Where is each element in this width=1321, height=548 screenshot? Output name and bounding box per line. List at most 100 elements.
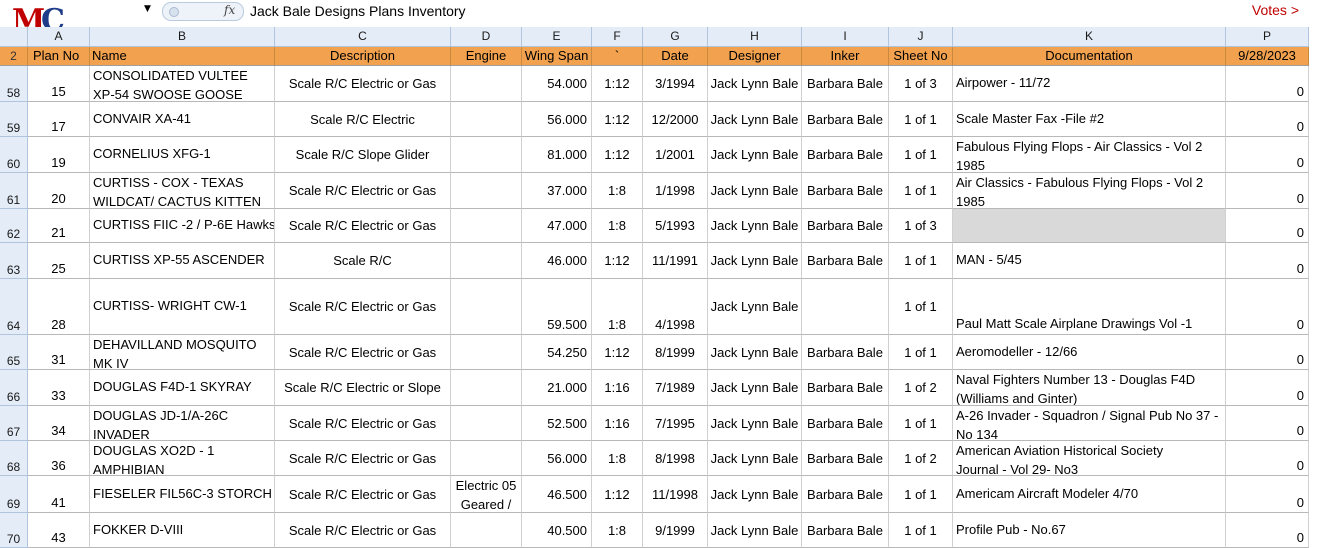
fx-icon[interactable]: fx <box>224 3 235 17</box>
engine-cell[interactable] <box>451 102 522 137</box>
documentation-cell[interactable]: Air Classics - Fabulous Flying Flops - V… <box>953 173 1226 209</box>
date-cell[interactable]: 1/1998 <box>643 173 708 209</box>
count-cell[interactable]: 0 <box>1226 279 1309 335</box>
sheet-no-cell[interactable]: 1 of 2 <box>889 441 953 476</box>
column-title-12[interactable]: 9/28/2023 <box>1226 47 1309 66</box>
description-cell[interactable]: Scale R/C Electric or Gas <box>275 406 451 441</box>
column-title-4[interactable]: Engine <box>451 47 522 66</box>
engine-cell[interactable] <box>451 243 522 279</box>
plan-no-cell[interactable]: 15 <box>28 66 90 102</box>
column-header-j[interactable]: J <box>889 27 953 47</box>
inker-cell[interactable]: Barbara Bale <box>802 102 889 137</box>
name-cell[interactable]: CORNELIUS XFG-1 <box>90 137 275 173</box>
designer-cell[interactable]: Jack Lynn Bale <box>708 370 802 406</box>
documentation-cell[interactable]: Fabulous Flying Flops - Air Classics - V… <box>953 137 1226 173</box>
count-cell[interactable]: 0 <box>1226 406 1309 441</box>
count-cell[interactable]: 0 <box>1226 370 1309 406</box>
documentation-cell[interactable]: Aeromodeller - 12/66 <box>953 335 1226 370</box>
row-header-58[interactable]: 58 <box>0 66 28 102</box>
inker-cell[interactable]: Barbara Bale <box>802 209 889 243</box>
documentation-cell[interactable]: Paul Matt Scale Airplane Drawings Vol -1 <box>953 279 1226 335</box>
row-header-59[interactable]: 59 <box>0 102 28 137</box>
scale-cell[interactable]: 1:12 <box>592 243 643 279</box>
inker-cell[interactable]: Barbara Bale <box>802 370 889 406</box>
sheet-no-cell[interactable]: 1 of 1 <box>889 137 953 173</box>
name-cell[interactable]: DOUGLAS XO2D - 1 AMPHIBIAN <box>90 441 275 476</box>
scale-cell[interactable]: 1:8 <box>592 209 643 243</box>
column-header-c[interactable]: C <box>275 27 451 47</box>
designer-cell[interactable]: Jack Lynn Bale <box>708 243 802 279</box>
plan-no-cell[interactable]: 25 <box>28 243 90 279</box>
column-title-2[interactable]: Name <box>90 47 275 66</box>
name-cell[interactable]: CURTISS- WRIGHT CW-1 <box>90 279 275 335</box>
row-header-62[interactable]: 62 <box>0 209 28 243</box>
count-cell[interactable]: 0 <box>1226 513 1309 548</box>
wing-span-cell[interactable]: 52.500 <box>522 406 592 441</box>
name-cell[interactable]: FOKKER D-VIII <box>90 513 275 548</box>
column-header-d[interactable]: D <box>451 27 522 47</box>
date-cell[interactable]: 11/1991 <box>643 243 708 279</box>
count-cell[interactable]: 0 <box>1226 137 1309 173</box>
row-header-67[interactable]: 67 <box>0 406 28 441</box>
designer-cell[interactable]: Jack Lynn Bale <box>708 335 802 370</box>
description-cell[interactable]: Scale R/C Electric or Gas <box>275 441 451 476</box>
date-cell[interactable]: 3/1994 <box>643 66 708 102</box>
date-cell[interactable]: 9/1999 <box>643 513 708 548</box>
plan-no-cell[interactable]: 36 <box>28 441 90 476</box>
sheet-no-cell[interactable]: 1 of 1 <box>889 476 953 513</box>
inker-cell[interactable]: Barbara Bale <box>802 335 889 370</box>
date-cell[interactable]: 1/2001 <box>643 137 708 173</box>
wing-span-cell[interactable]: 47.000 <box>522 209 592 243</box>
name-cell[interactable]: DEHAVILLAND MOSQUITO MK IV <box>90 335 275 370</box>
row-header-60[interactable]: 60 <box>0 137 28 173</box>
engine-cell[interactable] <box>451 513 522 548</box>
scale-cell[interactable]: 1:8 <box>592 513 643 548</box>
plan-no-cell[interactable]: 33 <box>28 370 90 406</box>
designer-cell[interactable]: Jack Lynn Bale <box>708 173 802 209</box>
row-header-61[interactable]: 61 <box>0 173 28 209</box>
name-cell[interactable]: CURTISS FIIC -2 / P-6E Hawks <box>90 209 275 243</box>
column-title-1[interactable]: Plan No <box>28 47 90 66</box>
formula-bar-text[interactable]: Jack Bale Designs Plans Inventory <box>250 3 466 19</box>
wing-span-cell[interactable]: 46.000 <box>522 243 592 279</box>
description-cell[interactable]: Scale R/C Slope Glider <box>275 137 451 173</box>
wing-span-cell[interactable]: 37.000 <box>522 173 592 209</box>
inker-cell[interactable]: Barbara Bale <box>802 173 889 209</box>
date-cell[interactable]: 4/1998 <box>643 279 708 335</box>
scale-cell[interactable]: 1:12 <box>592 66 643 102</box>
row-header-65[interactable]: 65 <box>0 335 28 370</box>
name-cell[interactable]: FIESELER FIL56C-3 STORCH <box>90 476 275 513</box>
column-header-a[interactable]: A <box>28 27 90 47</box>
sheet-no-cell[interactable]: 1 of 1 <box>889 173 953 209</box>
column-header-k[interactable]: K <box>953 27 1226 47</box>
name-cell[interactable]: CONVAIR XA-41 <box>90 102 275 137</box>
row-header-63[interactable]: 63 <box>0 243 28 279</box>
plan-no-cell[interactable]: 20 <box>28 173 90 209</box>
date-cell[interactable]: 8/1998 <box>643 441 708 476</box>
sheet-no-cell[interactable]: 1 of 1 <box>889 243 953 279</box>
row-header-64[interactable]: 64 <box>0 279 28 335</box>
description-cell[interactable]: Scale R/C Electric or Gas <box>275 513 451 548</box>
count-cell[interactable]: 0 <box>1226 66 1309 102</box>
count-cell[interactable]: 0 <box>1226 441 1309 476</box>
wing-span-cell[interactable]: 21.000 <box>522 370 592 406</box>
column-header-b[interactable]: B <box>90 27 275 47</box>
sheet-no-cell[interactable]: 1 of 2 <box>889 370 953 406</box>
wing-span-cell[interactable]: 40.500 <box>522 513 592 548</box>
date-cell[interactable]: 8/1999 <box>643 335 708 370</box>
sheet-no-cell[interactable]: 1 of 1 <box>889 279 953 335</box>
engine-cell[interactable] <box>451 209 522 243</box>
select-all-corner[interactable] <box>0 27 28 47</box>
row-header-68[interactable]: 68 <box>0 441 28 476</box>
designer-cell[interactable]: Jack Lynn Bale <box>708 406 802 441</box>
name-cell[interactable]: CONSOLIDATED VULTEE XP-54 SWOOSE GOOSE <box>90 66 275 102</box>
engine-cell[interactable] <box>451 335 522 370</box>
row-header-70[interactable]: 70 <box>0 513 28 548</box>
inker-cell[interactable]: Barbara Bale <box>802 406 889 441</box>
column-header-e[interactable]: E <box>522 27 592 47</box>
description-cell[interactable]: Scale R/C Electric or Gas <box>275 66 451 102</box>
documentation-cell[interactable] <box>953 209 1226 243</box>
count-cell[interactable]: 0 <box>1226 243 1309 279</box>
sheet-no-cell[interactable]: 1 of 1 <box>889 513 953 548</box>
column-header-h[interactable]: H <box>708 27 802 47</box>
